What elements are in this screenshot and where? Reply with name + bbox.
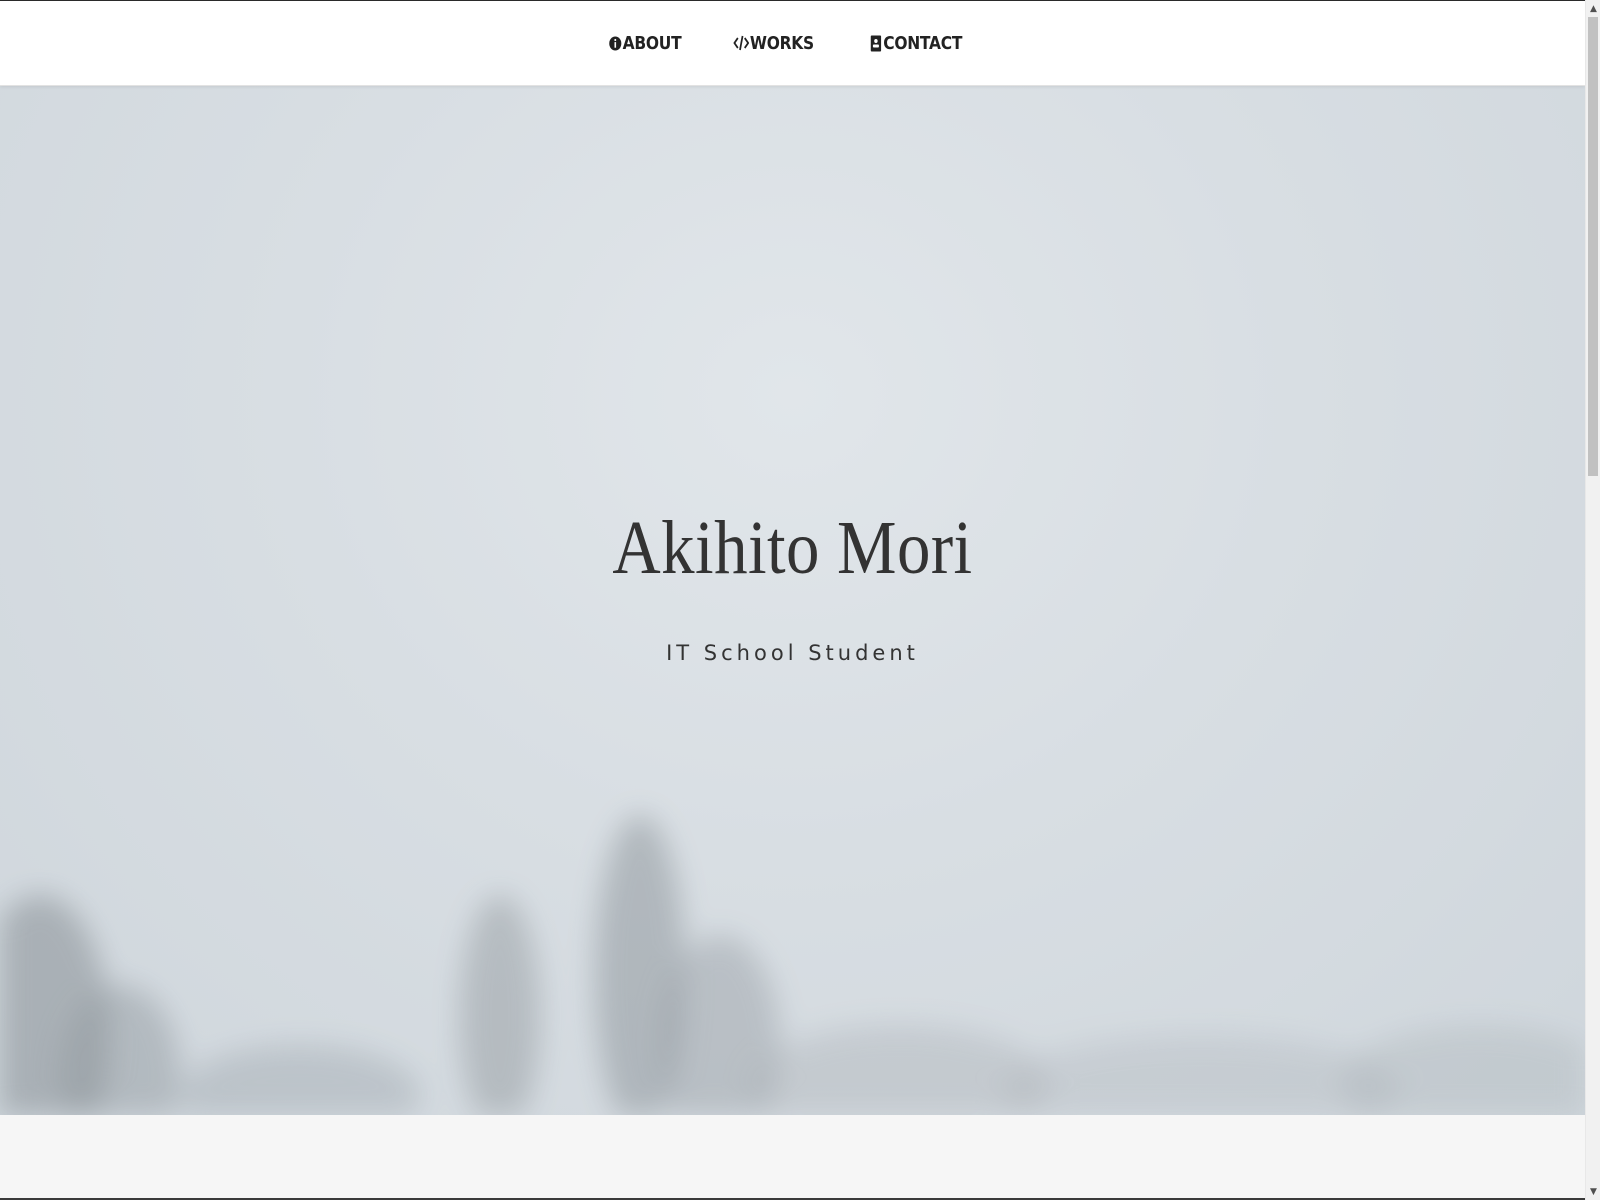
code-icon (733, 34, 750, 52)
scrollbar-thumb[interactable] (1588, 17, 1598, 476)
nav-list: ABOUT WORKS CONTACT (602, 33, 970, 54)
hero-section: Akihito Mori IT School Student (0, 85, 1585, 1115)
hero-name-heading: Akihito Mori (612, 506, 973, 590)
nav-item-works-label: WORKS (749, 32, 814, 54)
nav-item-about-label: ABOUT (622, 32, 682, 54)
nav-item-contact-label: CONTACT (882, 32, 962, 54)
info-circle-icon (608, 34, 622, 52)
nav-item-contact[interactable]: CONTACT (868, 33, 962, 54)
hero-content: Akihito Mori IT School Student (0, 85, 1585, 1115)
address-card-icon (868, 34, 882, 52)
page-viewport: ABOUT WORKS CONTACT Akihito Mori IT Scho… (0, 0, 1585, 1200)
hero-subtitle: IT School Student (666, 641, 919, 665)
top-navbar: ABOUT WORKS CONTACT (0, 1, 1585, 86)
scroll-up-arrow-icon[interactable]: ▲ (1586, 0, 1600, 17)
below-hero-section (0, 1115, 1585, 1200)
vertical-scrollbar[interactable]: ▲ ▼ (1585, 0, 1600, 1200)
scroll-down-arrow-icon[interactable]: ▼ (1586, 1183, 1600, 1200)
nav-item-works[interactable]: WORKS (733, 32, 814, 54)
nav-item-about[interactable]: ABOUT (608, 33, 681, 54)
